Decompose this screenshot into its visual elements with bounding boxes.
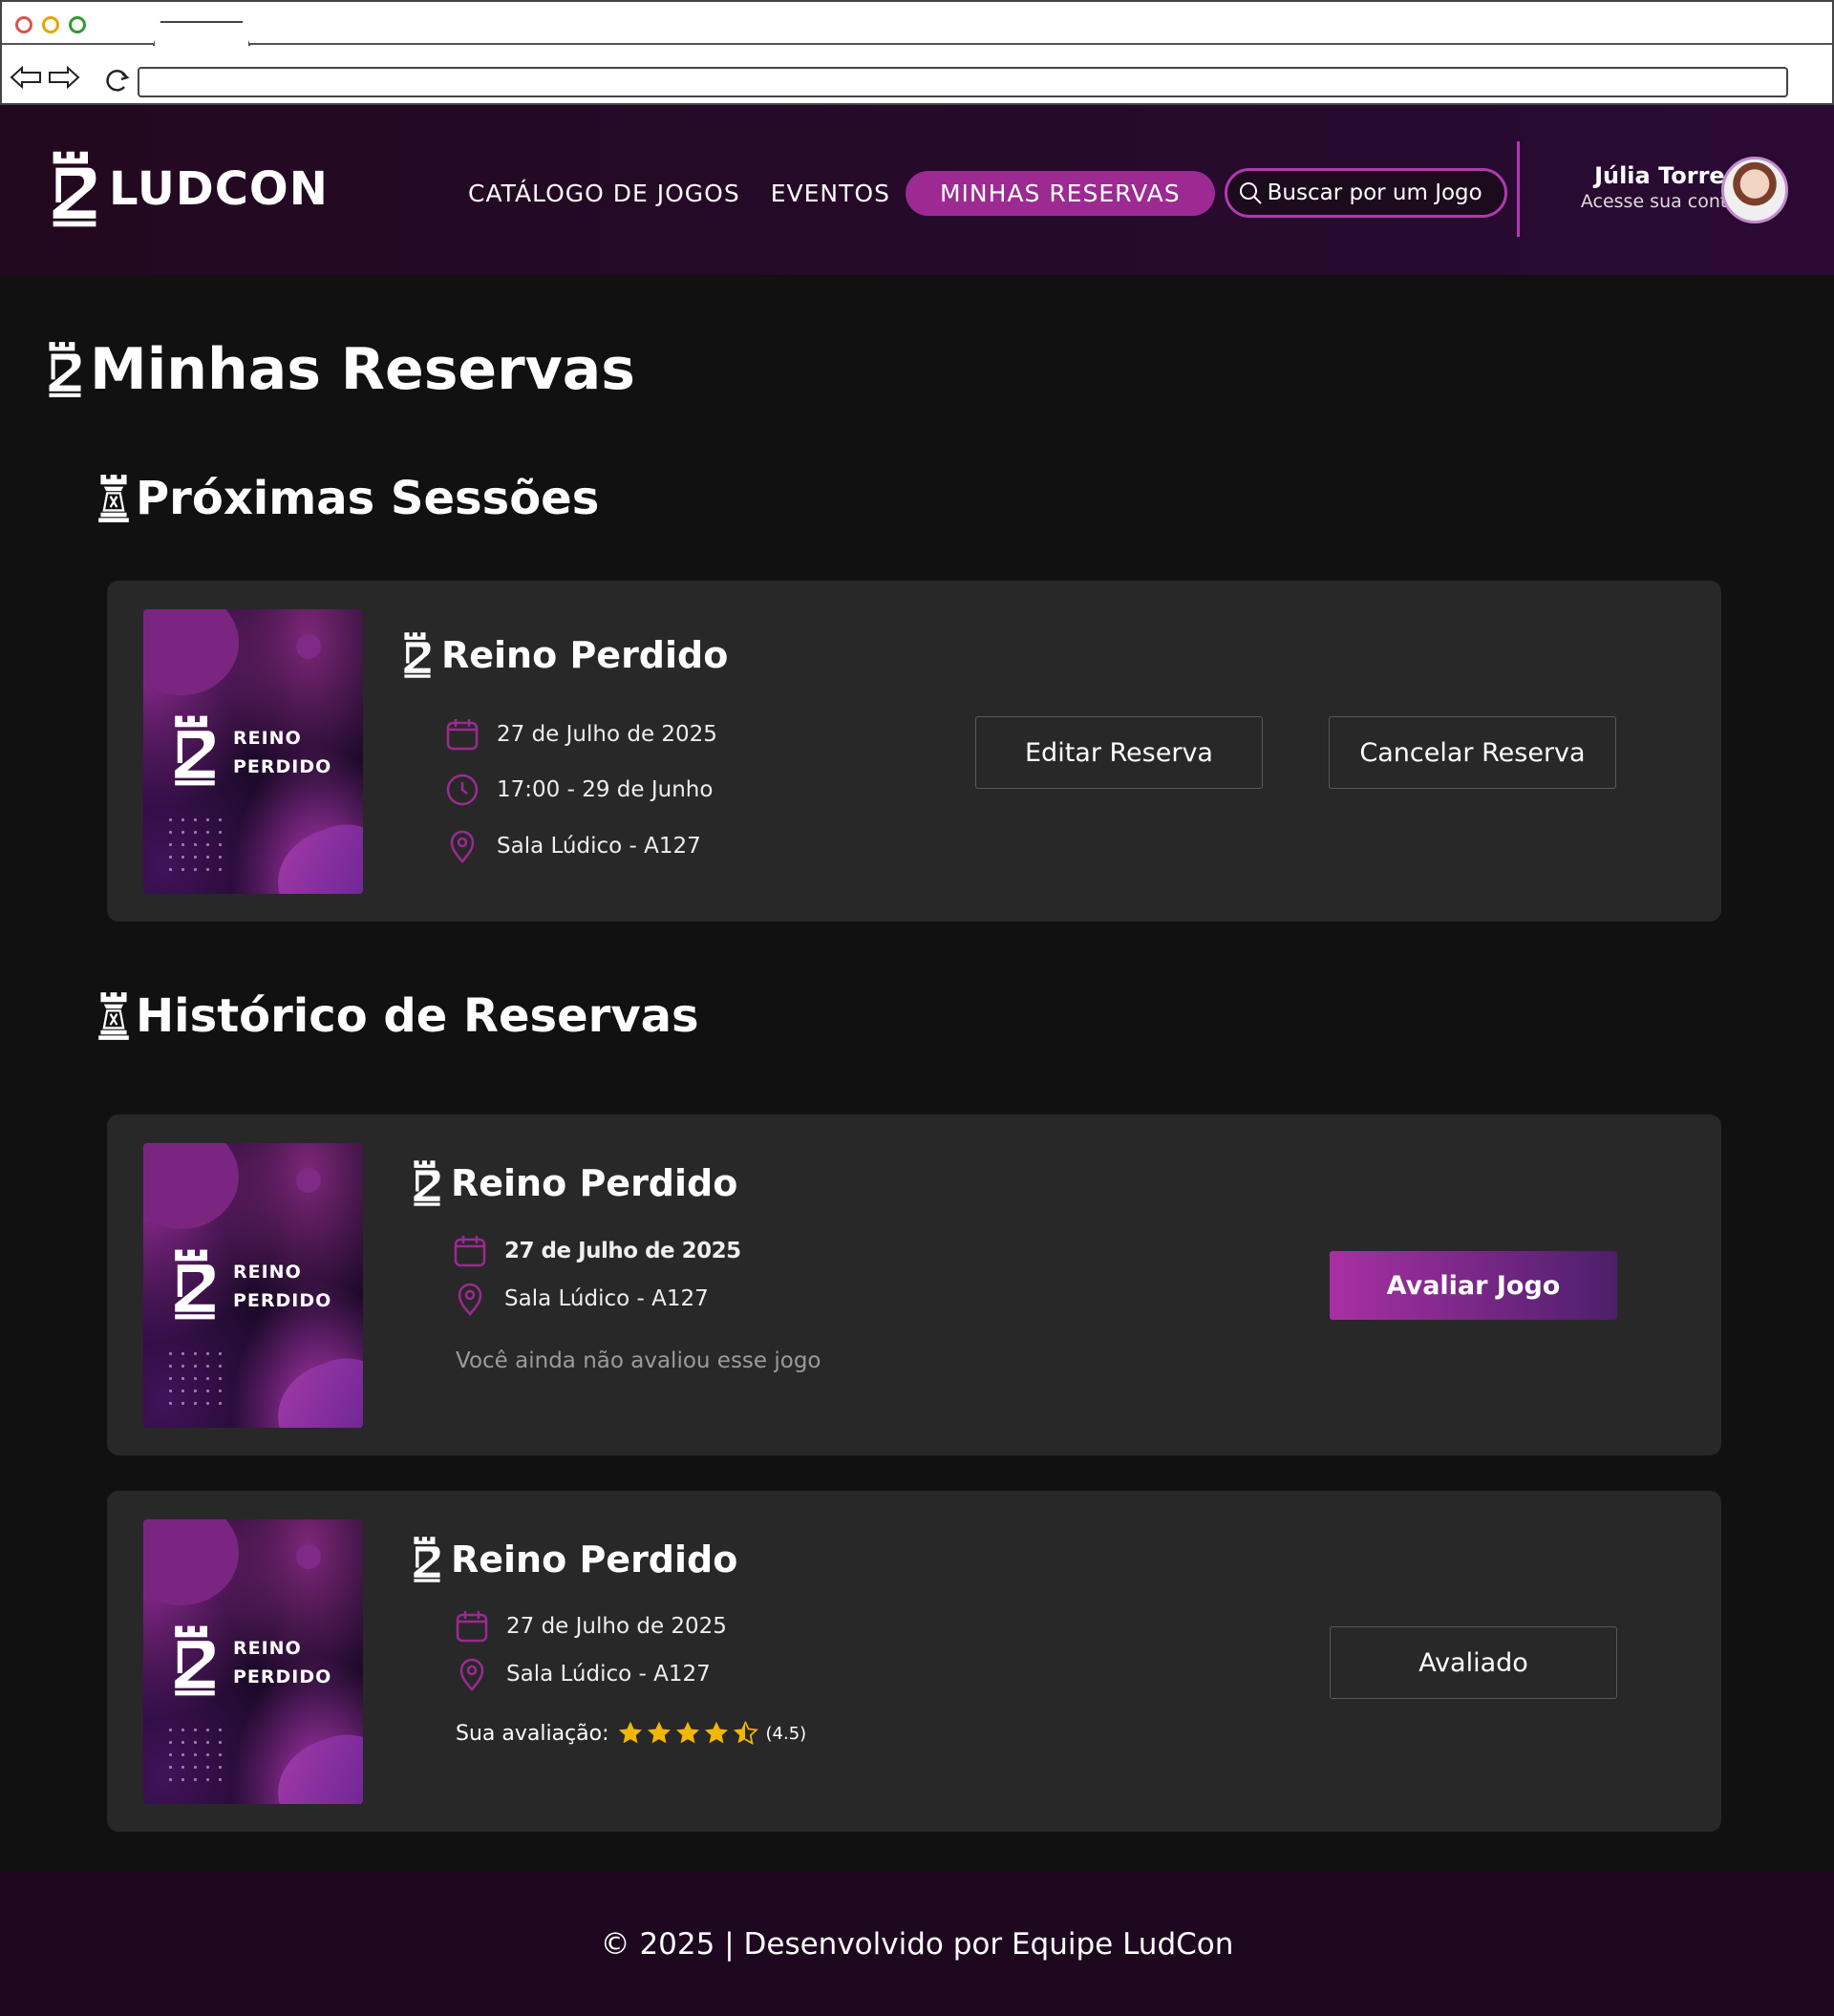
account-name: Júlia Torres [1594,162,1738,189]
cancel-reservation-button[interactable]: Cancelar Reserva [1329,716,1616,789]
ludcon-rook-icon [170,1623,220,1699]
game-title[interactable]: Reino Perdido [401,630,728,680]
nav-my-reservations[interactable]: MINHAS RESERVAS [905,170,1215,216]
map-pin-icon [451,1280,489,1318]
edit-reservation-button[interactable]: Editar Reserva [975,716,1263,789]
ludcon-rook-icon [401,630,434,680]
maximize-window-button[interactable] [69,16,86,33]
rating-value: (4.5) [765,1723,807,1744]
game-title[interactable]: Reino Perdido [411,1535,737,1584]
cover-title: REINO PERDIDO [233,728,332,777]
star-icon [703,1720,730,1747]
reservation-room: Sala Lúdico - A127 [443,827,701,865]
reservation-date: 27 de Julho de 2025 [443,715,717,753]
ludcon-rook-icon [44,340,86,399]
upcoming-reservation-card: REINO PERDIDO Reino Perdido 27 de Julho … [107,581,1721,922]
user-rating: Sua avaliação: (4.5) [456,1720,806,1747]
header-divider [1517,141,1520,237]
map-pin-icon [453,1655,491,1693]
history-section-title: Histórico de Reservas [97,989,699,1043]
chess-rook-icon [97,991,130,1041]
cover-title: REINO PERDIDO [233,1262,332,1311]
upcoming-section-title: Próximas Sessões [97,472,599,525]
rating-label: Sua avaliação: [456,1721,609,1746]
browser-tab-bar [2,2,1832,46]
page-title-text: Minhas Reservas [90,336,635,403]
game-title[interactable]: Reino Perdido [411,1158,737,1208]
chess-rook-icon [97,474,130,523]
ludcon-rook-icon [411,1158,443,1208]
address-bar[interactable] [138,67,1788,97]
half-star-icon [732,1720,758,1747]
site-header: LUDCON CATÁLOGO DE JOGOS EVENTOS MINHAS … [0,105,1834,275]
rating-stars [617,1720,760,1747]
close-window-button[interactable] [15,16,32,33]
history-reservation-card: REINO PERDIDO Reino Perdido 27 de Julho … [107,1491,1721,1832]
ludcon-logo[interactable]: LUDCON [48,149,329,229]
rate-game-button[interactable]: Avaliar Jogo [1330,1251,1617,1320]
forward-arrow-icon[interactable] [48,66,80,89]
account-subtitle: Acesse sua conta [1580,191,1738,212]
browser-toolbar [2,45,1832,107]
search-box[interactable] [1224,168,1507,218]
not-rated-note: Você ainda não avaliou esse jogo [456,1348,821,1373]
reservation-room: Sala Lúdico - A127 [453,1655,711,1693]
browser-window-chrome [0,0,1834,105]
game-cover-image: REINO PERDIDO [143,1519,363,1804]
section-title-text: Histórico de Reservas [136,989,699,1043]
back-arrow-icon[interactable] [10,66,42,89]
ludcon-rook-icon [48,149,101,229]
search-input[interactable] [1267,180,1497,205]
minimize-window-button[interactable] [42,16,59,33]
browser-tab[interactable] [153,21,250,46]
calendar-icon [451,1232,489,1270]
cover-title: REINO PERDIDO [233,1638,332,1687]
site-footer: © 2025 | Desenvolvido por Equipe LudCon [0,1872,1834,2016]
rated-button[interactable]: Avaliado [1330,1626,1617,1699]
main-nav: CATÁLOGO DE JOGOS EVENTOS MINHAS RESERVA… [468,168,1507,218]
reservation-date: 27 de Julho de 2025 [451,1232,741,1270]
star-icon [674,1720,701,1747]
reservation-time: 17:00 - 29 de Junho [443,771,713,809]
reload-icon[interactable] [103,66,132,95]
footer-text: © 2025 | Desenvolvido por Equipe LudCon [600,1926,1234,1962]
account-link[interactable]: Júlia Torres Acesse sua conta [1581,162,1738,212]
search-icon [1239,182,1262,204]
reservation-room: Sala Lúdico - A127 [451,1280,709,1318]
logo-text: LUDCON [109,162,329,216]
ludcon-rook-icon [170,1246,220,1323]
section-title-text: Próximas Sessões [136,472,600,525]
game-cover-image: REINO PERDIDO [143,609,363,894]
page-title: Minhas Reservas [44,336,635,403]
reservation-date: 27 de Julho de 2025 [453,1607,727,1645]
nav-catalog[interactable]: CATÁLOGO DE JOGOS [468,180,740,207]
calendar-icon [443,715,481,753]
map-pin-icon [443,827,481,865]
avatar[interactable] [1721,157,1788,223]
star-icon [617,1720,644,1747]
history-reservation-card: REINO PERDIDO Reino Perdido 27 de Julho … [107,1114,1721,1455]
ludcon-rook-icon [170,712,220,789]
ludcon-rook-icon [411,1535,443,1584]
star-icon [646,1720,672,1747]
clock-icon [443,771,481,809]
calendar-icon [453,1607,491,1645]
game-cover-image: REINO PERDIDO [143,1143,363,1428]
nav-events[interactable]: EVENTOS [771,180,890,207]
